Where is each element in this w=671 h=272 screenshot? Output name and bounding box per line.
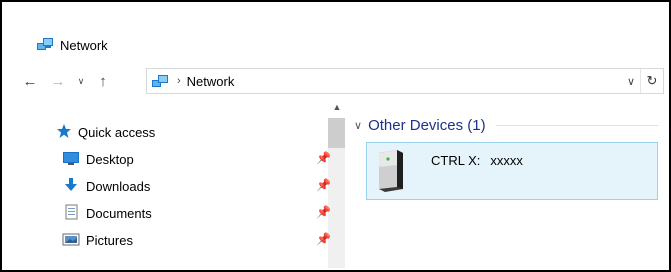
network-icon	[151, 73, 169, 89]
pictures-icon	[62, 231, 80, 250]
chevron-down-icon[interactable]: ∨	[74, 71, 88, 91]
download-icon	[62, 177, 80, 196]
group-header-label: Other Devices (1)	[368, 116, 486, 134]
sidebar-item-label: Desktop	[86, 151, 134, 167]
address-bar-controls: ∨ ↻	[622, 69, 663, 93]
group-header[interactable]: ∨ Other Devices (1)	[354, 114, 659, 136]
desktop-icon	[62, 150, 80, 169]
documents-icon	[62, 204, 80, 223]
chevron-down-icon[interactable]: ∨	[622, 75, 640, 88]
sidebar-item-desktop[interactable]: Desktop 📌	[62, 149, 331, 169]
device-name: CTRL X:	[431, 153, 481, 168]
device-label: CTRL X: xxxxx	[431, 153, 523, 168]
breadcrumb-network[interactable]: Network	[187, 74, 235, 89]
star-icon	[56, 123, 72, 142]
navigation-bar: ← → ∨ ↑ › Network ∨ ↻	[20, 68, 664, 94]
pin-icon[interactable]: 📌	[316, 232, 331, 246]
sidebar-item-downloads[interactable]: Downloads 📌	[62, 176, 331, 196]
chevron-down-icon[interactable]: ∨	[354, 119, 362, 132]
sidebar-item-label: Quick access	[78, 124, 156, 140]
address-bar[interactable]: › Network ∨ ↻	[146, 68, 664, 94]
scrollbar-thumb[interactable]	[328, 118, 345, 148]
window-title: Network	[60, 37, 108, 53]
arrow-up-icon[interactable]: ↑	[94, 71, 112, 91]
pin-icon[interactable]: 📌	[316, 151, 331, 165]
sidebar-item-quick-access[interactable]: Quick access	[56, 122, 155, 142]
explorer-window: Network ← → ∨ ↑ › Network ∨ ↻ ▲ Quick ac…	[0, 0, 671, 272]
device-item[interactable]: CTRL X: xxxxx	[366, 142, 658, 200]
sidebar-item-label: Pictures	[86, 232, 133, 248]
sidebar-item-label: Downloads	[86, 178, 151, 194]
network-icon	[36, 36, 54, 55]
pin-icon[interactable]: 📌	[316, 205, 331, 219]
sidebar-item-label: Documents	[86, 205, 152, 221]
arrow-right-icon[interactable]: →	[48, 71, 68, 91]
device-detail: xxxxx	[490, 153, 523, 168]
navigation-pane: ▲ Quick access Desktop 📌 Downloads 📌 Doc…	[4, 98, 345, 268]
window-title-bar: Network	[36, 36, 108, 54]
refresh-icon[interactable]: ↻	[640, 69, 663, 93]
scroll-up-icon[interactable]: ▲	[330, 102, 344, 116]
pin-icon[interactable]: 📌	[316, 178, 331, 192]
sidebar-item-documents[interactable]: Documents 📌	[62, 203, 331, 223]
breadcrumb-separator-icon[interactable]: ›	[177, 75, 181, 87]
arrow-left-icon[interactable]: ←	[20, 71, 40, 91]
computer-tower-icon	[375, 149, 405, 198]
group-divider	[495, 124, 659, 126]
sidebar-item-pictures[interactable]: Pictures 📌	[62, 230, 331, 250]
